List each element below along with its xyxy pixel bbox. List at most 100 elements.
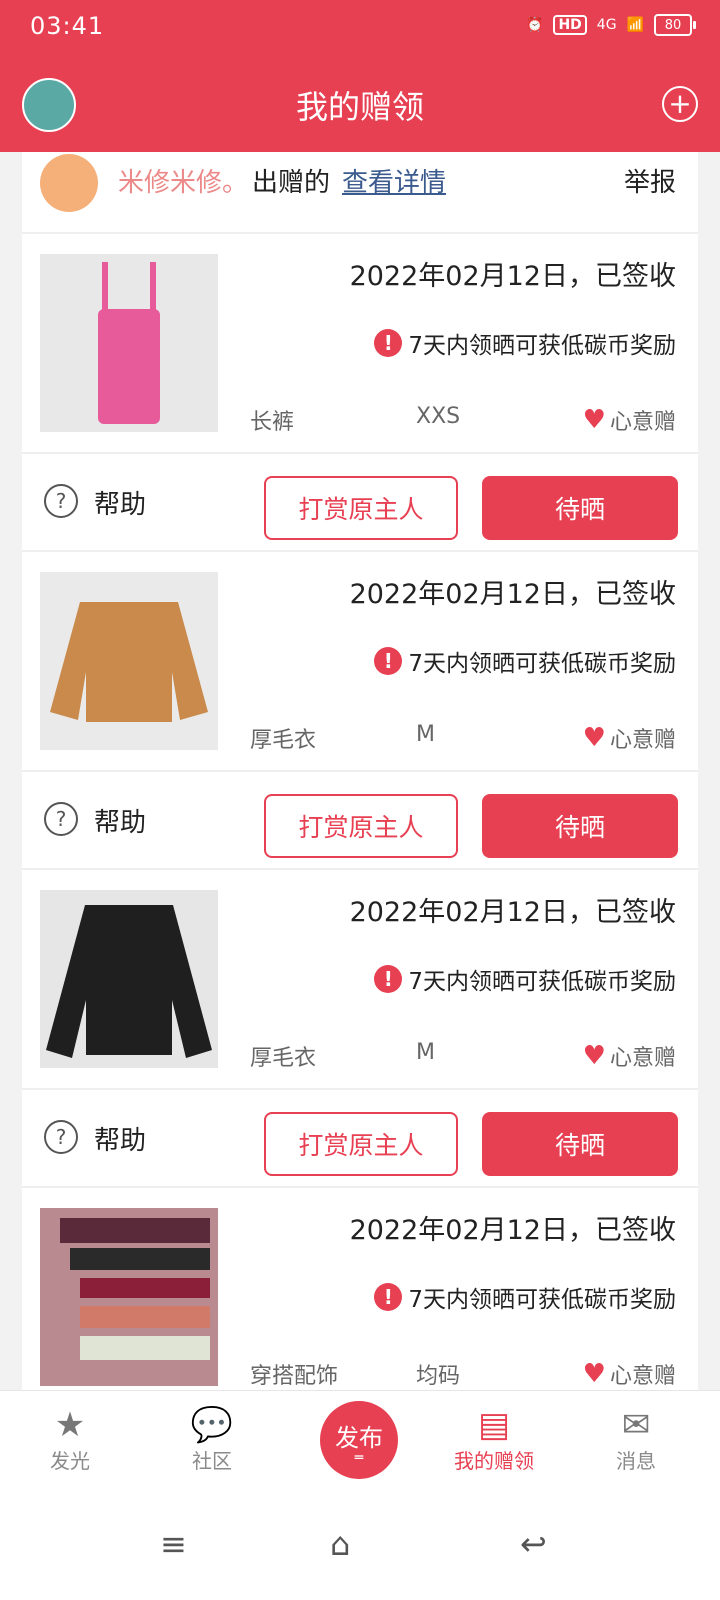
item-actions: ? 帮助 打赏原主人 待晒 <box>22 772 698 870</box>
item-notice: ! 7天内领晒可获低碳币奖励 <box>374 644 676 678</box>
pending-share-button[interactable]: 待晒 <box>482 476 678 540</box>
envelope-icon: ✉ <box>621 1405 651 1445</box>
question-circle-icon[interactable]: ? <box>44 1120 78 1154</box>
item-size: XXS <box>416 404 461 429</box>
gift-type: ♥ 心意赠 <box>583 404 676 436</box>
plus-circle-icon[interactable]: + <box>662 86 698 122</box>
back-icon[interactable]: ↩ <box>520 1525 547 1563</box>
giver-name[interactable]: 米修米修。 <box>118 162 248 199</box>
nav-item-my-gifts[interactable]: ▤ 我的赠领 <box>434 1405 554 1474</box>
item-actions: ? 帮助 打赏原主人 待晒 <box>22 1090 698 1188</box>
alert-icon: ! <box>374 647 403 675</box>
heart-icon: ♥ <box>582 405 606 435</box>
accessories-image <box>60 1218 210 1360</box>
nav-item-messages[interactable]: ✉ 消息 <box>576 1405 696 1474</box>
network-label: 4G <box>596 17 617 33</box>
alert-icon: ! <box>374 965 403 993</box>
bottom-navigation: ★ 发光 💬 社区 发布 ═ ▤ 我的赠领 ✉ 消息 <box>0 1390 720 1496</box>
pending-share-button[interactable]: 待晒 <box>482 794 678 858</box>
question-circle-icon[interactable]: ? <box>44 484 78 518</box>
item-notice: ! 7天内领晒可获低碳币奖励 <box>374 962 676 996</box>
item-notice: ! 7天内领晒可获低碳币奖励 <box>374 326 676 360</box>
alert-icon: ! <box>374 1283 403 1311</box>
heart-icon: ♥ <box>582 1041 606 1071</box>
gift-cards-icon: ▤ <box>477 1405 511 1445</box>
view-details-link[interactable]: 查看详情 <box>342 162 446 199</box>
item-category: 厚毛衣 <box>250 728 317 753</box>
gift-item[interactable]: 2022年02月12日，已签收 ! 7天内领晒可获低碳币奖励 长裤 XXS ♥ … <box>22 234 698 454</box>
pending-share-button[interactable]: 待晒 <box>482 1112 678 1176</box>
nav-label: 我的赠领 <box>454 1449 534 1473</box>
item-thumbnail[interactable] <box>40 1208 218 1386</box>
publish-label: 发布 <box>335 1423 383 1452</box>
status-icons: ⏰ HD 4G 📶 80 <box>526 14 696 36</box>
item-date: 2022年02月12日，已签收 <box>349 897 676 928</box>
help-button[interactable]: 帮助 <box>94 802 146 839</box>
reward-owner-button[interactable]: 打赏原主人 <box>264 794 458 858</box>
item-thumbnail[interactable] <box>40 572 218 750</box>
publish-button[interactable]: 发布 ═ <box>320 1401 398 1479</box>
status-time: 03:41 <box>30 12 105 40</box>
giver-row: 米修米修。 出赠的 查看详情 举报 <box>22 152 698 234</box>
question-circle-icon[interactable]: ? <box>44 802 78 836</box>
page-title: 我的赠领 <box>295 88 424 126</box>
item-notice: ! 7天内领晒可获低碳币奖励 <box>374 1280 676 1314</box>
reward-owner-button[interactable]: 打赏原主人 <box>264 476 458 540</box>
nav-label: 发光 <box>50 1449 90 1473</box>
item-date: 2022年02月12日，已签收 <box>349 261 676 292</box>
item-size: M <box>416 722 435 747</box>
item-date: 2022年02月12日，已签收 <box>349 1215 676 1246</box>
nav-item-glow[interactable]: ★ 发光 <box>10 1405 130 1474</box>
chat-bubbles-icon: 💬 <box>190 1405 234 1445</box>
nav-label: 消息 <box>616 1449 656 1473</box>
item-category: 长裤 <box>250 410 295 435</box>
wifi-icon: 📶 <box>626 17 644 33</box>
notice-text: 7天内领晒可获低碳币奖励 <box>408 1287 676 1313</box>
heart-icon: ♥ <box>582 723 606 753</box>
star-icon: ★ <box>54 1405 86 1445</box>
notice-text: 7天内领晒可获低碳币奖励 <box>408 651 676 677</box>
gift-label: 心意赠 <box>609 410 676 435</box>
heart-icon: ♥ <box>582 1359 606 1389</box>
item-category: 厚毛衣 <box>250 1046 317 1071</box>
gift-item[interactable]: 2022年02月12日，已签收 ! 7天内领晒可获低碳币奖励 穿搭配饰 均码 ♥… <box>22 1188 698 1390</box>
pants-image <box>98 262 160 424</box>
reward-owner-button[interactable]: 打赏原主人 <box>264 1112 458 1176</box>
gift-type: ♥ 心意赠 <box>583 1040 676 1072</box>
gift-label: 心意赠 <box>609 1046 676 1071</box>
gift-type: ♥ 心意赠 <box>583 1358 676 1390</box>
gift-item[interactable]: 2022年02月12日，已签收 ! 7天内领晒可获低碳币奖励 厚毛衣 M ♥ 心… <box>22 870 698 1090</box>
notice-text: 7天内领晒可获低碳币奖励 <box>408 969 676 995</box>
report-button[interactable]: 举报 <box>624 162 676 199</box>
nav-label: 社区 <box>192 1449 232 1473</box>
item-size: 均码 <box>416 1364 461 1389</box>
alert-icon: ! <box>374 329 403 357</box>
top-bar: 03:41 ⏰ HD 4G 📶 80 我的赠领 + <box>0 0 720 152</box>
nav-item-community[interactable]: 💬 社区 <box>152 1405 272 1474</box>
item-date: 2022年02月12日，已签收 <box>349 579 676 610</box>
gift-item[interactable]: 2022年02月12日，已签收 ! 7天内领晒可获低碳币奖励 厚毛衣 M ♥ 心… <box>22 552 698 772</box>
gift-label: 心意赠 <box>609 728 676 753</box>
battery-indicator: 80 <box>654 14 696 36</box>
help-button[interactable]: 帮助 <box>94 484 146 521</box>
item-size: M <box>416 1040 435 1065</box>
notice-text: 7天内领晒可获低碳币奖励 <box>408 333 676 359</box>
menu-icon[interactable]: ≡ <box>160 1525 187 1563</box>
black-sweater-image <box>46 905 212 1058</box>
gift-label: 心意赠 <box>609 1364 676 1389</box>
item-actions: ? 帮助 打赏原主人 待晒 <box>22 454 698 552</box>
gift-list: 米修米修。 出赠的 查看详情 举报 2022年02月12日，已签收 ! 7天内领… <box>22 152 698 1390</box>
help-button[interactable]: 帮助 <box>94 1120 146 1157</box>
item-thumbnail[interactable] <box>40 890 218 1068</box>
item-thumbnail[interactable] <box>40 254 218 432</box>
alarm-icon: ⏰ <box>526 17 544 33</box>
gift-type: ♥ 心意赠 <box>583 722 676 754</box>
home-icon[interactable]: ⌂ <box>330 1525 350 1563</box>
system-nav-bar: ≡ ⌂ ↩ <box>0 1495 720 1600</box>
giver-avatar[interactable] <box>40 154 98 212</box>
giver-action: 出赠的 <box>252 168 331 198</box>
publish-icon: ═ <box>354 1449 364 1466</box>
item-category: 穿搭配饰 <box>250 1364 339 1389</box>
hd-badge: HD <box>553 15 587 35</box>
sweater-image <box>50 602 208 722</box>
